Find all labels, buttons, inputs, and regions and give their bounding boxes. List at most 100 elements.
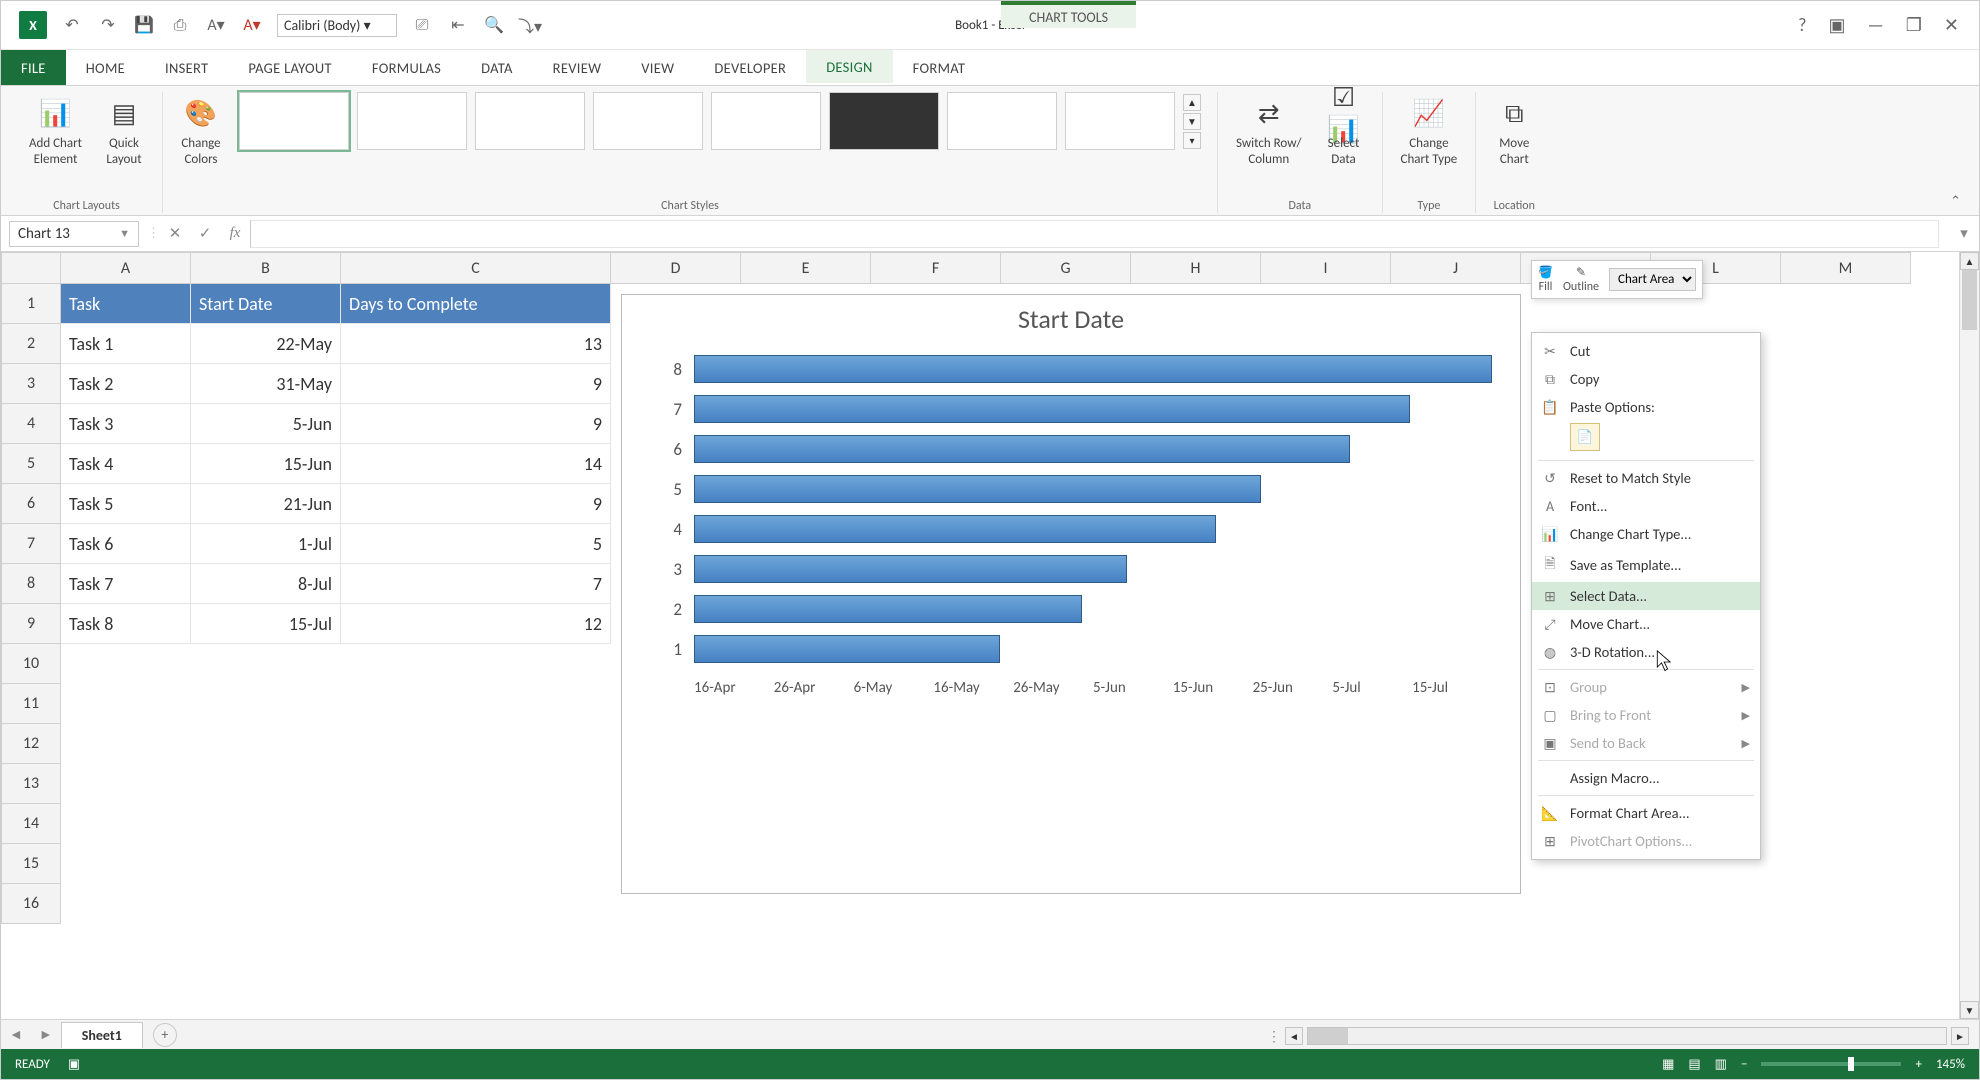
- row-header-2[interactable]: 2: [1, 324, 61, 364]
- horizontal-scrollbar[interactable]: ⋮ ◄ ►: [1267, 1027, 1969, 1045]
- sheet-nav-prev-icon[interactable]: ◄: [1, 1026, 31, 1043]
- chart-bar-3[interactable]: 3: [670, 549, 1492, 589]
- cell-A8[interactable]: Task 7: [61, 564, 191, 604]
- row-header-1[interactable]: 1: [1, 284, 61, 324]
- redo-button[interactable]: ↷: [97, 14, 119, 36]
- zoom-slider[interactable]: [1761, 1062, 1901, 1066]
- cell-B7[interactable]: 1-Jul: [191, 524, 341, 564]
- column-header-H[interactable]: H: [1131, 252, 1261, 284]
- cell-B1[interactable]: Start Date: [191, 284, 341, 324]
- switch-row-column-button[interactable]: ⇄ Switch Row/ Column: [1232, 92, 1306, 171]
- zoom-button[interactable]: 🔍: [483, 14, 505, 36]
- chart-style-4[interactable]: [593, 92, 703, 150]
- chart-element-selector[interactable]: Chart Area: [1609, 268, 1696, 291]
- column-header-F[interactable]: F: [871, 252, 1001, 284]
- row-header-7[interactable]: 7: [1, 524, 61, 564]
- insert-function-icon[interactable]: fx: [220, 225, 250, 242]
- cell-C1[interactable]: Days to Complete: [341, 284, 611, 324]
- collapse-ribbon-icon[interactable]: ⌃: [1942, 190, 1969, 213]
- new-sheet-button[interactable]: +: [153, 1023, 177, 1047]
- cell-C7[interactable]: 5: [341, 524, 611, 564]
- ctx-assign-macro[interactable]: Assign Macro...: [1532, 764, 1760, 792]
- ctx-font[interactable]: AFont...: [1532, 492, 1760, 520]
- ctx-save-as-template[interactable]: 🗎Save as Template...: [1532, 548, 1760, 582]
- cell-B4[interactable]: 5-Jun: [191, 404, 341, 444]
- change-colors-button[interactable]: 🎨 Change Colors: [177, 92, 225, 171]
- row-header-9[interactable]: 9: [1, 604, 61, 644]
- chart-style-2[interactable]: [357, 92, 467, 150]
- cell-A9[interactable]: Task 8: [61, 604, 191, 644]
- tab-data[interactable]: DATA: [461, 50, 533, 85]
- zoom-in-icon[interactable]: +: [1915, 1057, 1921, 1072]
- chart-bar-2[interactable]: 2: [670, 589, 1492, 629]
- tab-insert[interactable]: INSERT: [145, 50, 228, 85]
- tab-developer[interactable]: DEVELOPER: [694, 50, 806, 85]
- move-chart-button[interactable]: ⧉ Move Chart: [1490, 92, 1538, 171]
- shape-fill-button[interactable]: 🪣 Fill: [1538, 265, 1553, 294]
- undo-button[interactable]: ↶: [61, 14, 83, 36]
- shape-outline-button[interactable]: ✎ Outline: [1563, 265, 1599, 294]
- column-header-M[interactable]: M: [1781, 252, 1911, 284]
- close-icon[interactable]: ✕: [1944, 14, 1959, 36]
- column-header-D[interactable]: D: [611, 252, 741, 284]
- cell-B6[interactable]: 21-Jun: [191, 484, 341, 524]
- save-button[interactable]: 💾: [133, 14, 155, 36]
- font-size-button[interactable]: A▾: [205, 14, 227, 36]
- column-header-G[interactable]: G: [1001, 252, 1131, 284]
- formula-input[interactable]: [250, 220, 1939, 248]
- restore-icon[interactable]: ❐: [1906, 14, 1922, 36]
- cell-B5[interactable]: 15-Jun: [191, 444, 341, 484]
- chart-bar-8[interactable]: 8: [670, 349, 1492, 389]
- select-all-corner[interactable]: [1, 252, 61, 284]
- gallery-up-icon[interactable]: ▲: [1183, 94, 1201, 111]
- row-header-13[interactable]: 13: [1, 764, 61, 804]
- scroll-up-icon[interactable]: ▲: [1960, 252, 1979, 270]
- chart-style-5[interactable]: [711, 92, 821, 150]
- row-header-12[interactable]: 12: [1, 724, 61, 764]
- touch-mode-button[interactable]: ⎚: [411, 14, 433, 36]
- cell-C3[interactable]: 9: [341, 364, 611, 404]
- chart-bar-1[interactable]: 1: [670, 629, 1492, 669]
- ctx-copy[interactable]: ⧉Copy: [1532, 365, 1760, 393]
- cell-C9[interactable]: 12: [341, 604, 611, 644]
- row-header-10[interactable]: 10: [1, 644, 61, 684]
- cancel-formula-icon[interactable]: ✕: [160, 224, 190, 243]
- view-page-layout-icon[interactable]: ▤: [1688, 1057, 1700, 1072]
- chart-style-3[interactable]: [475, 92, 585, 150]
- tab-formulas[interactable]: FORMULAS: [352, 50, 461, 85]
- ctx-change-chart-type[interactable]: 📊Change Chart Type...: [1532, 520, 1760, 548]
- sheet-tab-sheet1[interactable]: Sheet1: [61, 1022, 143, 1048]
- column-header-A[interactable]: A: [61, 252, 191, 284]
- gallery-more-icon[interactable]: ▾: [1183, 132, 1201, 149]
- ctx-cut[interactable]: ✂Cut: [1532, 337, 1760, 365]
- tab-home[interactable]: HOME: [66, 50, 145, 85]
- tab-page-layout[interactable]: PAGE LAYOUT: [228, 50, 352, 85]
- cell-B2[interactable]: 22-May: [191, 324, 341, 364]
- chart-style-1[interactable]: [239, 92, 349, 150]
- row-header-5[interactable]: 5: [1, 444, 61, 484]
- row-header-11[interactable]: 11: [1, 684, 61, 724]
- cell-C8[interactable]: 7: [341, 564, 611, 604]
- cell-A4[interactable]: Task 3: [61, 404, 191, 444]
- chart-x-axis[interactable]: 16-Apr26-Apr6-May16-May26-May5-Jun15-Jun…: [670, 679, 1492, 697]
- sheet-nav-next-icon[interactable]: ►: [31, 1026, 61, 1043]
- ctx-move-chart[interactable]: ⤢Move Chart...: [1532, 610, 1760, 638]
- chart-plot-area[interactable]: 87654321: [670, 349, 1492, 669]
- column-header-C[interactable]: C: [341, 252, 611, 284]
- expand-formula-bar-icon[interactable]: ▾: [1949, 224, 1979, 243]
- cell-B8[interactable]: 8-Jul: [191, 564, 341, 604]
- quick-layout-button[interactable]: ▤ Quick Layout: [100, 92, 148, 171]
- zoom-out-icon[interactable]: −: [1741, 1057, 1747, 1072]
- cell-C6[interactable]: 9: [341, 484, 611, 524]
- chart-bar-6[interactable]: 6: [670, 429, 1492, 469]
- select-data-button[interactable]: ☑📊 Select Data: [1320, 92, 1368, 171]
- font-color-button[interactable]: A▾: [241, 14, 263, 36]
- decrease-decimal-button[interactable]: ⇤: [447, 14, 469, 36]
- row-header-15[interactable]: 15: [1, 844, 61, 884]
- enter-formula-icon[interactable]: ✓: [190, 224, 220, 243]
- row-header-8[interactable]: 8: [1, 564, 61, 604]
- ctx-paste-button[interactable]: 📄: [1570, 423, 1600, 451]
- help-icon[interactable]: ?: [1798, 14, 1806, 36]
- scroll-down-icon[interactable]: ▼: [1960, 1001, 1979, 1019]
- ctx-select-data[interactable]: ⊞Select Data...: [1532, 582, 1760, 610]
